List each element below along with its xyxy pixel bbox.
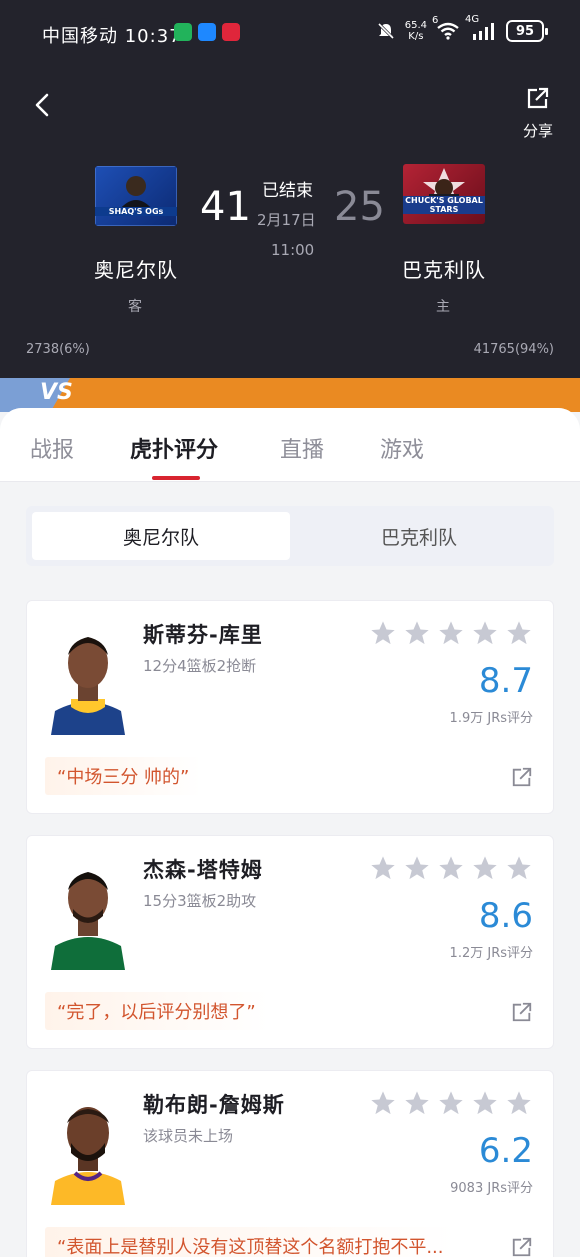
chuck-global-stars-logo-icon: [423, 168, 465, 210]
support-bar: VS: [0, 378, 580, 412]
away-support-votes: 2738(6%): [26, 342, 90, 357]
open-link-icon[interactable]: [511, 1001, 533, 1023]
player-rating: 8.7: [478, 661, 533, 701]
share-icon: [527, 87, 549, 109]
away-logo-text: SHAQ'S OGs: [95, 207, 177, 216]
away-team-logo[interactable]: SHAQ'S OGs: [95, 166, 177, 226]
home-support-votes: 41765(94%): [473, 342, 554, 357]
status-bar: 中国移动 10:37 65.4 K/s 6 4G 95: [0, 0, 580, 64]
rating-stars[interactable]: [369, 854, 533, 882]
active-tab-indicator: [152, 476, 200, 480]
home-team-name[interactable]: 巴克利队: [402, 254, 486, 283]
battery-level: 95: [515, 23, 535, 39]
home-logo-text: CHUCK'S GLOBAL STARS: [403, 196, 485, 214]
star-icon[interactable]: [471, 1089, 499, 1117]
net-speed-unit: K/s: [408, 31, 424, 42]
star-icon[interactable]: [403, 1089, 431, 1117]
notification-icons: [174, 23, 240, 41]
star-icon[interactable]: [369, 619, 397, 647]
app-notification-icon: [174, 23, 192, 41]
player-stats: 15分3篮板2助攻: [143, 892, 257, 910]
star-icon[interactable]: [369, 1089, 397, 1117]
signal-icon: 4G: [465, 14, 497, 41]
top-comment[interactable]: “完了，以后评分别想了”: [45, 992, 268, 1030]
tab-report[interactable]: 战报: [30, 432, 74, 464]
rating-vote-count: 9083 JRs评分: [450, 1181, 533, 1196]
mute-bell-icon: [377, 22, 394, 40]
carrier-time: 中国移动 10:37: [42, 26, 182, 47]
star-icon[interactable]: [403, 619, 431, 647]
star-icon[interactable]: [437, 854, 465, 882]
net-speed-value: 65.4: [404, 20, 427, 31]
back-arrow-icon[interactable]: [30, 92, 56, 118]
tab-games[interactable]: 游戏: [380, 432, 424, 464]
player-avatar: [45, 619, 131, 735]
tab-bar: 战报 虎扑评分 直播 游戏: [0, 408, 580, 482]
star-icon[interactable]: [471, 619, 499, 647]
player-name: 斯蒂芬-库里: [143, 623, 263, 647]
player-card[interactable]: 杰森-塔特姆 15分3篮板2助攻 8.6 1.2万 JRs评分 “完了，以后评分…: [26, 835, 554, 1049]
home-score: 25: [334, 184, 385, 230]
star-icon[interactable]: [471, 854, 499, 882]
rating-stars[interactable]: [369, 619, 533, 647]
content-panel: 战报 虎扑评分 直播 游戏 奥尼尔队 巴克利队 斯蒂芬-库里 12分4篮板2抢断: [0, 408, 580, 1257]
away-score: 41: [200, 184, 251, 230]
rating-stars[interactable]: [369, 1089, 533, 1117]
shaq-ogs-logo-icon: [95, 166, 177, 226]
network-speed: 65.4 K/s: [405, 20, 427, 42]
top-comment[interactable]: “表面上是替别人没有这顶替这个名额打抱不平...: [45, 1227, 456, 1257]
home-role-label: 主: [436, 299, 450, 315]
wifi-badge: 6: [432, 15, 439, 26]
away-team-name[interactable]: 奥尼尔队: [94, 254, 178, 283]
game-time: 11:00: [271, 241, 315, 259]
player-stats: 该球员未上场: [143, 1127, 234, 1145]
team-toggle-away[interactable]: 奥尼尔队: [32, 512, 290, 560]
match-header: 中国移动 10:37 65.4 K/s 6 4G 95 分享 SHAQ'S OG…: [0, 0, 580, 378]
hupu-app-icon: [222, 23, 240, 41]
tab-hupu-rating[interactable]: 虎扑评分: [130, 432, 218, 464]
shield-app-icon: [198, 23, 216, 41]
player-card[interactable]: 斯蒂芬-库里 12分4篮板2抢断 8.7 1.9万 JRs评分 “中场三分 帅的…: [26, 600, 554, 814]
star-icon[interactable]: [505, 1089, 533, 1117]
team-toggle-home[interactable]: 巴克利队: [290, 512, 548, 560]
player-name: 杰森-塔特姆: [143, 858, 263, 882]
rating-vote-count: 1.9万 JRs评分: [449, 711, 533, 726]
player-avatar: [45, 854, 131, 970]
home-team-logo[interactable]: CHUCK'S GLOBAL STARS: [403, 164, 485, 224]
share-label: 分享: [522, 122, 553, 140]
vs-label: VS: [40, 380, 73, 405]
open-link-icon[interactable]: [511, 766, 533, 788]
team-toggle: 奥尼尔队 巴克利队: [26, 506, 554, 566]
top-comment[interactable]: “中场三分 帅的”: [45, 757, 202, 795]
away-role-label: 客: [128, 299, 142, 315]
player-card[interactable]: 勒布朗-詹姆斯 该球员未上场 6.2 9083 JRs评分 “表面上是替别人没有…: [26, 1070, 554, 1257]
star-icon[interactable]: [505, 854, 533, 882]
star-icon[interactable]: [505, 619, 533, 647]
rating-vote-count: 1.2万 JRs评分: [449, 946, 533, 961]
tab-live[interactable]: 直播: [280, 432, 324, 464]
open-link-icon[interactable]: [511, 1236, 533, 1257]
player-name: 勒布朗-詹姆斯: [143, 1093, 285, 1117]
status-indicators: 65.4 K/s 6 4G 95: [376, 14, 548, 42]
star-icon[interactable]: [403, 854, 431, 882]
player-rating: 8.6: [478, 896, 533, 936]
game-date: 2月17日: [257, 211, 316, 229]
star-icon[interactable]: [369, 854, 397, 882]
network-type: 4G: [465, 14, 480, 25]
player-avatar: [45, 1089, 131, 1205]
player-stats: 12分4篮板2抢断: [143, 657, 257, 675]
wifi-icon: 6: [432, 15, 462, 41]
star-icon[interactable]: [437, 1089, 465, 1117]
share-button[interactable]: 分享: [518, 86, 558, 141]
player-rating: 6.2: [478, 1131, 533, 1171]
battery-icon: 95: [506, 20, 548, 42]
game-status: 已结束: [262, 181, 313, 201]
star-icon[interactable]: [437, 619, 465, 647]
